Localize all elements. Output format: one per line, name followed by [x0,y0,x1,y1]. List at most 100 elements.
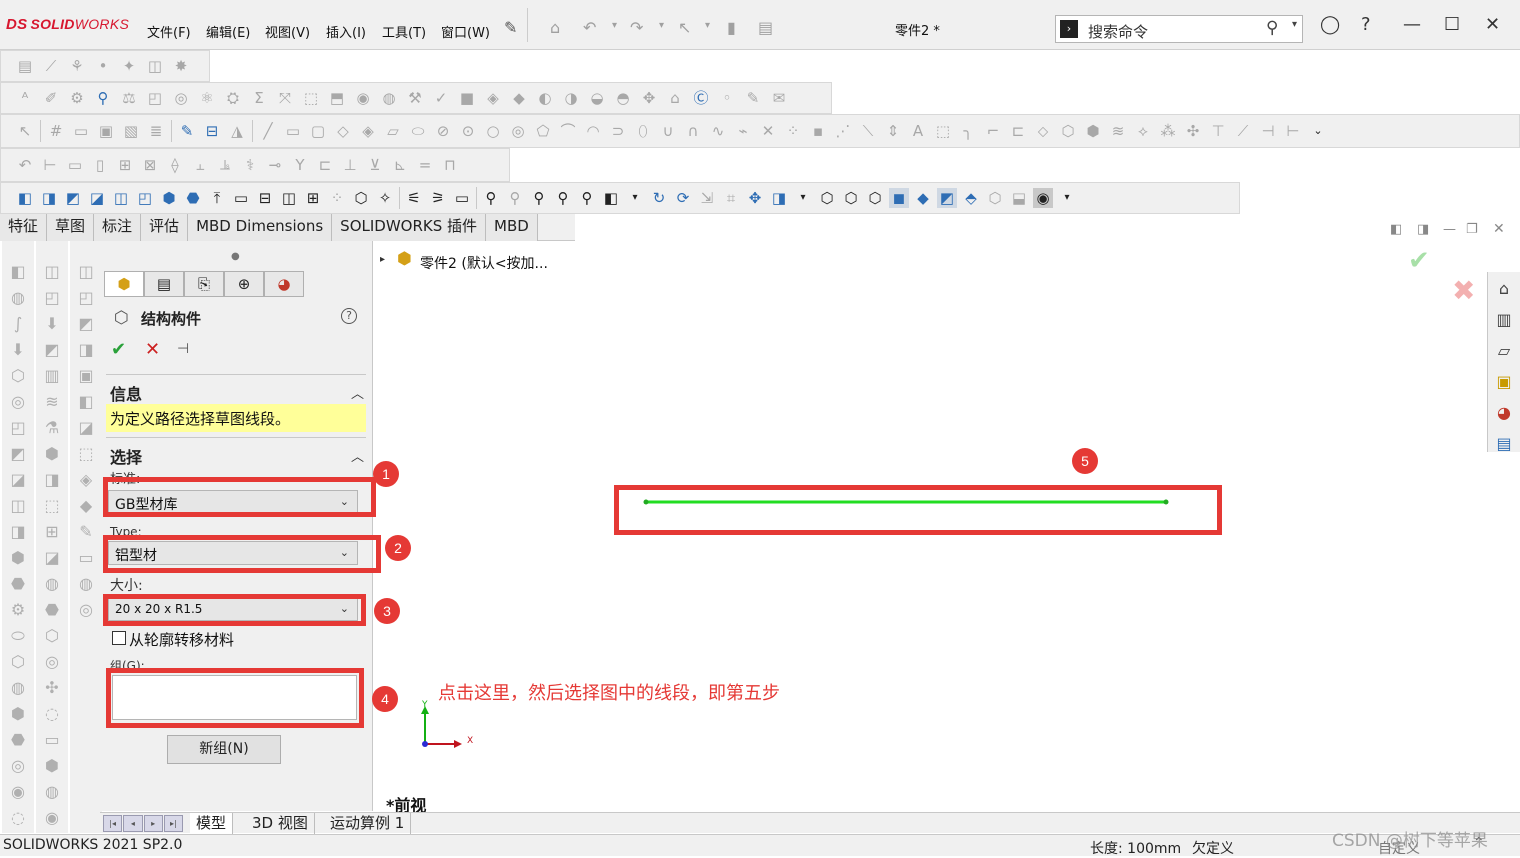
maximize-icon[interactable]: ☐ [1444,14,1460,35]
tool-icon[interactable]: ✥ [639,88,659,108]
display-manager-tab-icon[interactable]: ◕ [264,271,304,297]
feature-icon[interactable]: ◰ [41,287,63,309]
feature-icon[interactable]: ◰ [7,417,29,439]
zoom-icon[interactable]: ⚲ [577,188,597,208]
select-icon[interactable]: ↖ [15,121,35,141]
tool-icon[interactable]: ◒ [587,88,607,108]
options-icon[interactable]: ▤ [758,18,773,37]
undo-icon[interactable]: ↶ [583,18,596,37]
section-view-icon[interactable]: ◨ [769,188,789,208]
menu-file[interactable]: 文件(F) [147,22,191,41]
link-views-icon[interactable]: ⁘ [327,188,347,208]
tool-icon[interactable]: ⊃ [608,121,628,141]
feature-icon[interactable]: ◩ [7,443,29,465]
tool-icon[interactable]: ◈ [483,88,503,108]
grid-icon[interactable]: # [46,121,66,141]
close-icon[interactable]: ✕ [1485,14,1500,35]
tool-icon[interactable]: ⊸ [265,155,285,175]
feature-icon[interactable]: ◍ [75,573,97,595]
feature-icon[interactable]: ◌ [41,703,63,725]
feature-icon[interactable]: ≋ [41,391,63,413]
tab-mbd[interactable]: MBD [486,214,538,241]
tool-icon[interactable]: ⬒ [327,88,347,108]
tool-icon[interactable]: ⫡ [215,155,235,175]
feature-icon[interactable]: ◫ [75,261,97,283]
feature-icon[interactable]: ◉ [7,781,29,803]
tool-icon[interactable]: ⊏ [315,155,335,175]
feature-icon[interactable]: ◪ [75,417,97,439]
tool-icon[interactable]: ≣ [146,121,166,141]
feature-icon[interactable]: ◨ [41,469,63,491]
tool-icon[interactable]: ⊘ [433,121,453,141]
search-dropdown-icon[interactable]: ▾ [1292,19,1297,30]
property-manager-tab-icon[interactable]: ▤ [144,271,184,297]
tool-icon[interactable]: ⚛ [197,88,217,108]
tool-icon[interactable]: ⌒ [558,121,578,141]
search-commands-box[interactable]: › 搜索命令 ⚲ ▾ [1055,15,1303,43]
redo-dropdown-icon[interactable]: ▾ [659,20,664,31]
menu-view[interactable]: 视图(V) [265,22,310,41]
feature-icon[interactable]: ◫ [7,495,29,517]
tool-icon[interactable]: ⟋ [41,56,61,76]
feature-icon[interactable]: ◍ [7,287,29,309]
feature-icon[interactable]: ◎ [41,651,63,673]
tool-icon[interactable]: ⬭ [408,121,428,141]
tool-icon[interactable]: ⋰ [833,121,853,141]
tool-icon[interactable]: ⬚ [301,88,321,108]
menu-insert[interactable]: 插入(I) [326,22,366,41]
cancel-x-icon[interactable]: ✕ [145,339,160,360]
tool-icon[interactable]: ⬢ [1083,121,1103,141]
viewport-restore-right-icon[interactable]: ◨ [1417,222,1429,237]
circle-icon[interactable]: ○ [483,121,503,141]
feature-icon[interactable]: ▭ [75,547,97,569]
tool-icon[interactable]: ⬯ [633,121,653,141]
tool-icon[interactable]: ∪ [658,121,678,141]
spline-icon[interactable]: ∿ [708,121,728,141]
feature-icon[interactable]: ◆ [75,495,97,517]
tool-icon[interactable]: ⌗ [721,188,741,208]
tree-expand-icon[interactable]: ▸ [380,254,385,265]
zoom-to-fit-icon[interactable]: ⚲ [481,188,501,208]
feature-icon[interactable]: ∫ [7,313,29,335]
feature-icon[interactable]: ◍ [41,781,63,803]
tool-icon[interactable]: ⟡ [1133,121,1153,141]
fillet-icon[interactable]: ╮ [958,121,978,141]
rectangle-icon[interactable]: ▭ [283,121,303,141]
tool-icon[interactable]: ⬡ [985,188,1005,208]
configuration-manager-tab-icon[interactable]: ⎘ [184,271,224,297]
feature-icon[interactable]: ⬡ [7,651,29,673]
help-icon[interactable]: ? [1361,14,1371,35]
tool-icon[interactable]: ◎ [508,121,528,141]
pan-icon[interactable]: ✥ [745,188,765,208]
feature-icon[interactable]: ◰ [75,287,97,309]
view-right-icon[interactable]: ◫ [111,188,131,208]
tool-icon[interactable]: ⚘ [67,56,87,76]
tab-motion-study[interactable]: 运动算例 1 [324,813,412,834]
feature-icon[interactable]: ▭ [41,729,63,751]
feature-icon[interactable]: ◍ [7,677,29,699]
tool-icon[interactable]: ◮ [227,121,247,141]
feature-icon[interactable]: ◈ [75,469,97,491]
tool-icon[interactable]: ⊢ [1283,121,1303,141]
tool-icon[interactable]: ⌁ [733,121,753,141]
feature-icon[interactable]: ✣ [41,677,63,699]
feature-icon[interactable]: ⚗ [41,417,63,439]
tool-icon[interactable]: ▭ [71,121,91,141]
feature-icon[interactable]: ◪ [7,469,29,491]
tool-icon[interactable]: = [415,155,435,175]
minimize-icon[interactable]: — [1403,14,1421,35]
tool-icon[interactable]: ⇲ [697,188,717,208]
tool-icon[interactable]: ✸ [171,56,191,76]
dimxpert-manager-tab-icon[interactable]: ⊕ [224,271,264,297]
tool-icon[interactable]: ◆ [509,88,529,108]
tool-icon[interactable]: ◇ [333,121,353,141]
feature-manager-tab-icon[interactable]: ⬢ [104,271,144,297]
feature-icon[interactable]: ◌ [7,807,29,829]
single-view-icon[interactable]: ▭ [231,188,251,208]
structure-system-icon[interactable]: Ⓒ [691,88,711,108]
tool-icon[interactable]: ✦ [119,56,139,76]
last-tab-icon[interactable]: ▸| [163,815,183,832]
arc-icon[interactable]: ◠ [583,121,603,141]
tool-icon[interactable]: ↶ [15,155,35,175]
rotate-icon[interactable]: ↻ [649,188,669,208]
